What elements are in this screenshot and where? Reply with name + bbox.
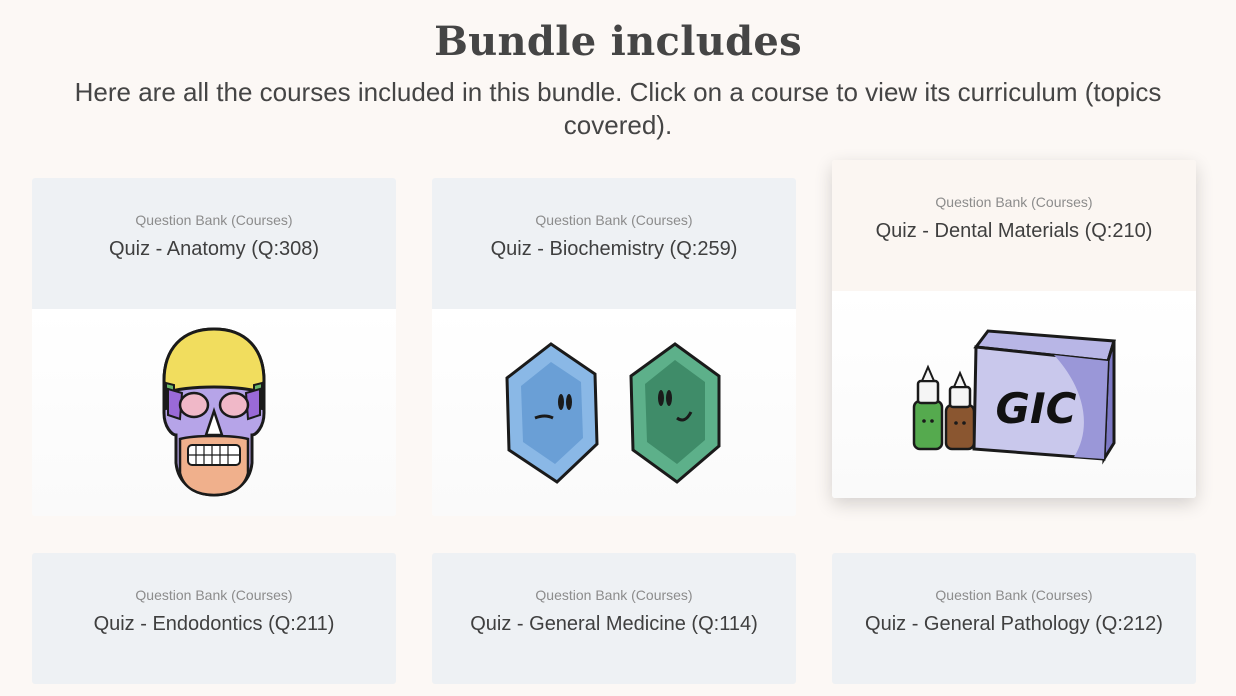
course-title[interactable]: Quiz - Dental Materials (Q:210) — [876, 220, 1153, 243]
card-header: Question Bank (Courses) Quiz - Endodonti… — [32, 553, 396, 684]
course-category: Question Bank (Courses) — [935, 194, 1093, 210]
card-header: Question Bank (Courses) Quiz - Biochemis… — [432, 178, 796, 309]
course-title[interactable]: Quiz - Anatomy (Q:308) — [109, 238, 319, 261]
course-card-general-pathology[interactable]: Question Bank (Courses) Quiz - General P… — [832, 553, 1196, 684]
card-header: Question Bank (Courses) Quiz - Dental Ma… — [832, 160, 1196, 291]
section-title: Bundle includes — [434, 18, 802, 65]
gic-label: GIC — [996, 384, 1077, 433]
course-category: Question Bank (Courses) — [135, 212, 293, 228]
hexagon-molecules-icon — [505, 341, 721, 484]
gic-box-icon: GIC — [912, 328, 1116, 465]
card-header: Question Bank (Courses) Quiz - Anatomy (… — [32, 178, 396, 309]
card-header: Question Bank (Courses) Quiz - General M… — [432, 553, 796, 684]
skull-icon — [162, 326, 266, 497]
course-card-endodontics[interactable]: Question Bank (Courses) Quiz - Endodonti… — [32, 553, 396, 684]
course-image[interactable] — [32, 309, 396, 516]
card-header: Question Bank (Courses) Quiz - General P… — [832, 553, 1196, 684]
course-card-biochemistry[interactable]: Question Bank (Courses) Quiz - Biochemis… — [432, 178, 796, 516]
course-category: Question Bank (Courses) — [535, 587, 693, 603]
course-title[interactable]: Quiz - Endodontics (Q:211) — [94, 613, 335, 636]
course-category: Question Bank (Courses) — [535, 212, 693, 228]
course-title[interactable]: Quiz - Biochemistry (Q:259) — [491, 238, 738, 261]
course-card-anatomy[interactable]: Question Bank (Courses) Quiz - Anatomy (… — [32, 178, 396, 516]
course-image[interactable]: GIC — [832, 291, 1196, 498]
course-card-dental-materials[interactable]: Question Bank (Courses) Quiz - Dental Ma… — [832, 160, 1196, 498]
course-title[interactable]: Quiz - General Pathology (Q:212) — [865, 613, 1163, 636]
course-category: Question Bank (Courses) — [935, 587, 1093, 603]
course-card-general-medicine[interactable]: Question Bank (Courses) Quiz - General M… — [432, 553, 796, 684]
course-category: Question Bank (Courses) — [135, 587, 293, 603]
section-subtitle: Here are all the courses included in thi… — [74, 77, 1162, 140]
course-image[interactable] — [432, 309, 796, 516]
course-title[interactable]: Quiz - General Medicine (Q:114) — [470, 613, 758, 636]
